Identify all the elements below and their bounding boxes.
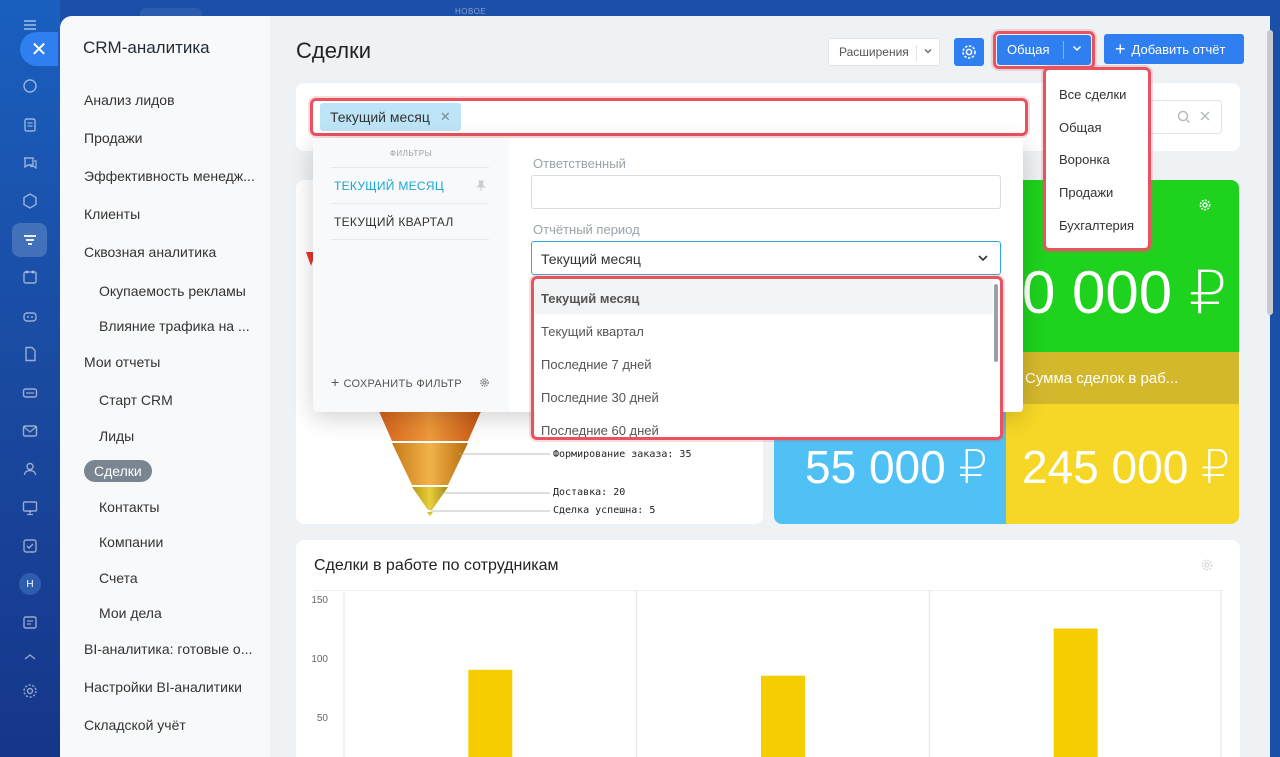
sidebar-item-manager-efficiency[interactable]: Эффективность менедж... (84, 168, 255, 184)
sidebar-item-warehouse[interactable]: Складской учёт (84, 717, 186, 733)
plus-icon: + (331, 374, 340, 390)
chart-gear-icon[interactable] (1200, 558, 1214, 577)
sidebar-item-clients[interactable]: Клиенты (84, 206, 140, 222)
users-icon[interactable] (19, 458, 41, 480)
sidebar-item-my-reports[interactable]: Мои отчеты (84, 354, 160, 370)
board-menu-highlight (1043, 67, 1151, 251)
plus-icon: + (1115, 39, 1126, 59)
close-icon: ✕ (30, 38, 48, 61)
sidebar-item-crm-start[interactable]: Старт CRM (99, 392, 173, 408)
hexagon-icon[interactable] (19, 190, 41, 212)
funnel-label-delivery: Доставка: 20 (553, 487, 626, 498)
bar[interactable] (1053, 628, 1098, 757)
chart-title: Сделки в работе по сотрудникам (314, 557, 559, 574)
puzzle-icon[interactable] (19, 75, 41, 97)
sidebar-item-contacts[interactable]: Контакты (99, 499, 159, 515)
left-rail: ✕ Н (0, 0, 60, 757)
y-tick-label: 100 (311, 654, 328, 665)
settings-gear-icon[interactable] (19, 680, 41, 702)
funnel-segment-delivery (412, 487, 448, 510)
search-input-right-edge (1150, 100, 1222, 134)
period-label: Отчётный период (533, 222, 640, 237)
presentation-icon[interactable] (19, 497, 41, 519)
tasks-icon[interactable] (19, 114, 41, 136)
bar-chart: 150 100 50 (311, 590, 1222, 757)
add-report-button[interactable]: + Добавить отчёт (1104, 34, 1244, 64)
board-selector-highlight (993, 31, 1095, 69)
pin-icon[interactable] (476, 179, 486, 197)
kpi-top-value: 0 000 ₽ (1022, 259, 1227, 326)
close-slider-button[interactable]: ✕ (20, 32, 58, 66)
crm-analytics-sidebar: CRM-аналитика Анализ лидов Продажи Эффек… (60, 16, 270, 757)
funnel-segment-top (378, 409, 482, 441)
filter-search-highlight (310, 98, 1028, 136)
period-value: Текущий месяц (541, 251, 641, 267)
tile-gear-icon[interactable] (1198, 198, 1212, 217)
chevron-down-icon (923, 46, 933, 59)
robot-icon[interactable] (19, 305, 41, 327)
save-filter-label: СОХРАНИТЬ ФИЛЬТР (343, 378, 462, 390)
storage-icon[interactable] (19, 382, 41, 404)
funnel-segment-order (392, 443, 468, 485)
preset-current-quarter[interactable]: ТЕКУЩИЙ КВАРТАЛ (334, 215, 454, 229)
sidebar-item-bi-settings[interactable]: Настройки BI-аналитики (84, 679, 242, 695)
new-badge: НОВОЕ (455, 7, 487, 16)
sidebar-item-deals[interactable]: Сделки (84, 460, 152, 482)
sidebar-item-end-to-end[interactable]: Сквозная аналитика (84, 244, 216, 260)
board-settings-button[interactable] (954, 38, 984, 66)
y-tick-label: 50 (317, 713, 329, 724)
page-title: Сделки (296, 38, 371, 63)
save-filter-button[interactable]: + СОХРАНИТЬ ФИЛЬТР (331, 374, 462, 390)
bar[interactable] (761, 675, 805, 757)
funnel-label-success: Сделка успешна: 5 (553, 505, 656, 516)
kpi-right-value: 245 000 ₽ (1022, 441, 1231, 493)
filter-presets-panel: ФИЛЬТРЫ ТЕКУЩИЙ МЕСЯЦ ТЕКУЩИЙ КВАРТАЛ + С… (313, 138, 509, 412)
add-report-label: Добавить отчёт (1131, 41, 1226, 57)
sidebar-item-bi-ready[interactable]: BI-аналитика: готовые о... (84, 641, 252, 657)
chat-icon[interactable] (19, 152, 41, 174)
funnel-label-order: Формирование заказа: 35 (553, 449, 692, 460)
sidebar-item-lead-analysis[interactable]: Анализ лидов (84, 92, 175, 108)
sidebar-title: CRM-аналитика (83, 38, 210, 57)
calendar-icon[interactable] (19, 266, 41, 288)
page-scrollbar[interactable] (1267, 30, 1273, 315)
responsible-field[interactable] (531, 175, 1001, 209)
collapse-up-icon[interactable] (19, 646, 41, 668)
gear-icon (962, 45, 976, 59)
kpi-tile-yellow: 245 000 ₽ (1006, 404, 1239, 524)
user-avatar[interactable]: Н (19, 573, 41, 595)
period-select[interactable]: Текущий месяц (531, 241, 1001, 275)
presets-header: ФИЛЬТРЫ (389, 149, 433, 158)
mail-icon[interactable] (19, 420, 41, 442)
preset-current-month[interactable]: ТЕКУЩИЙ МЕСЯЦ (334, 179, 444, 193)
responsible-label: Ответственный (533, 156, 626, 171)
document-icon[interactable] (19, 343, 41, 365)
chevron-down-icon (976, 251, 990, 270)
sidebar-item-sales[interactable]: Продажи (84, 130, 142, 146)
kpi-mid-label: Сумма сделок в раб... (1025, 370, 1179, 387)
crm-funnel-icon[interactable] (19, 229, 41, 251)
period-options-highlight (531, 276, 1003, 440)
extensions-dropdown[interactable]: Расширения (828, 38, 940, 66)
sidebar-item-my-activities[interactable]: Мои дела (99, 605, 162, 621)
kpi-left-value: 55 000 ₽ (805, 441, 988, 493)
filter-settings-gear-icon[interactable] (479, 375, 490, 393)
y-tick-label: 150 (311, 595, 328, 606)
schedule-icon[interactable] (19, 611, 41, 633)
funnel-segment-success (427, 512, 433, 516)
sidebar-item-leads[interactable]: Лиды (99, 428, 134, 444)
sidebar-item-ad-payback[interactable]: Окупаемость рекламы (99, 283, 246, 299)
sidebar-item-traffic-influence[interactable]: Влияние трафика на ... (99, 318, 250, 334)
bar[interactable] (468, 669, 513, 757)
checkbox-icon[interactable] (19, 535, 41, 557)
deals-by-employee-widget: Сделки в работе по сотрудникам 150 100 50 (296, 540, 1240, 757)
sidebar-item-companies[interactable]: Компании (99, 534, 163, 550)
sidebar-item-invoices[interactable]: Счета (99, 570, 138, 586)
extensions-label: Расширения (839, 45, 909, 59)
